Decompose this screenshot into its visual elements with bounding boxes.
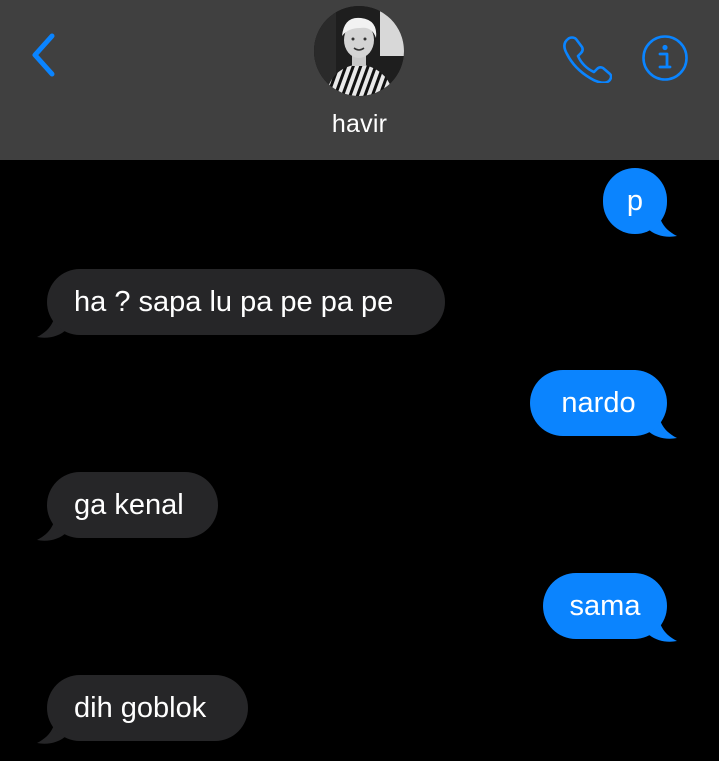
message-bubble[interactable]: sama <box>543 573 667 639</box>
message-sent[interactable]: p <box>603 168 677 237</box>
message-received[interactable]: ha ? sapa lu pa pe pa pe <box>37 269 445 338</box>
message-bubble[interactable]: nardo <box>530 370 667 436</box>
back-button[interactable] <box>22 30 62 80</box>
call-button[interactable] <box>560 33 613 84</box>
conversation-header: havir <box>0 0 719 160</box>
contact-avatar[interactable] <box>314 6 404 96</box>
message-received[interactable]: ga kenal <box>37 472 218 541</box>
avatar-photo <box>314 6 404 96</box>
message-bubble[interactable]: p <box>603 168 667 234</box>
info-icon <box>642 35 688 81</box>
message-sent[interactable]: sama <box>543 573 677 642</box>
message-sent[interactable]: nardo <box>530 370 677 439</box>
message-bubble[interactable]: ga kenal <box>47 472 218 538</box>
message-bubble[interactable]: dih goblok <box>47 675 248 741</box>
info-button[interactable] <box>640 33 690 83</box>
message-thread[interactable]: p ha ? sapa lu pa pe pa pe nardo ga kena… <box>0 160 719 761</box>
phone-icon <box>563 36 613 84</box>
message-bubble[interactable]: ha ? sapa lu pa pe pa pe <box>47 269 445 335</box>
chevron-left-icon <box>32 33 55 77</box>
contact-name[interactable]: havir <box>0 110 719 139</box>
message-received[interactable]: dih goblok <box>37 675 248 744</box>
